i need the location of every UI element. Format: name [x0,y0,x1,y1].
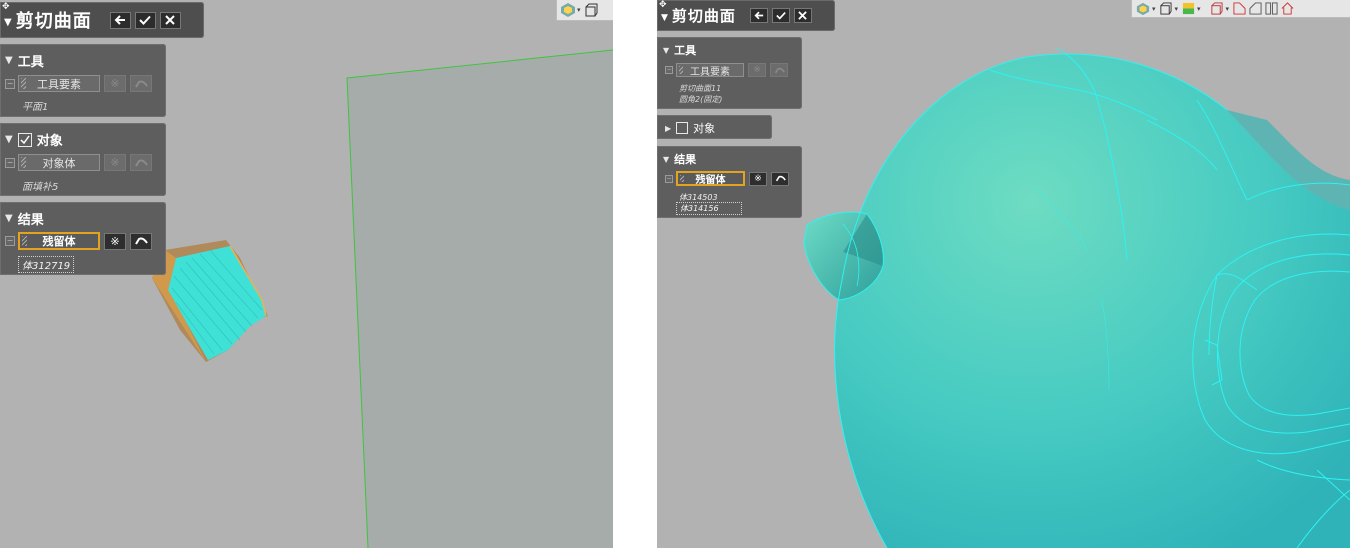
expand-icon[interactable]: ▼ [5,134,13,145]
expand-icon[interactable]: ▶ [665,124,671,133]
tool-section-header[interactable]: ▼ 工具 [5,51,44,70]
view-toolbar: ▾ [556,0,613,21]
cutting-plane [347,50,613,548]
remaining-body-field[interactable]: 残留体 [676,171,745,186]
collapse-list-icon[interactable]: − [5,157,15,168]
tool-section-heading: 工具 [17,55,44,70]
check-icon [20,135,30,144]
result-section: ▼ 结果 − 残留体 ※ 体312719 [0,202,166,275]
view-toolbar: ▾ ▾ ▾ ▾ [1131,0,1350,18]
remaining-body-field-label: 残留体 [695,175,726,186]
section-view-icon[interactable] [1209,1,1225,17]
result-section-heading: 结果 [674,153,697,166]
undo-icon[interactable] [130,154,152,171]
collapse-icon[interactable]: ▼ [661,13,668,23]
dropdown-caret-icon[interactable]: ▾ [1197,5,1201,13]
undo-icon[interactable] [130,232,152,250]
collapse-list-icon[interactable]: − [5,78,15,89]
undo-icon[interactable] [770,63,788,77]
dialog-title: 剪切曲面 [671,7,736,25]
expand-icon[interactable]: ▼ [663,155,669,164]
dialog-title-bar: ✥ ▼ 剪切曲面 [0,2,204,38]
box-view-icon[interactable] [1158,1,1174,17]
tool-section-heading: 工具 [674,44,697,57]
tool-item[interactable]: 剪切曲面11 [679,83,721,94]
check-icon [776,12,786,20]
dropdown-caret-icon[interactable]: ▾ [1175,5,1179,13]
select-all-icon[interactable]: ※ [748,63,766,77]
select-all-icon[interactable]: ※ [104,232,126,250]
left-3d-viewport[interactable]: ✥ ▼ 剪切曲面 ▼ 工具 − 工具要素 ※ 平面1 ▼ 对象 − 对象体 ※ … [0,0,613,548]
result-item[interactable]: 体314156 [676,202,742,215]
expand-icon[interactable]: ▼ [5,55,13,66]
result-section-header[interactable]: ▼ 结果 [5,209,44,228]
remaining-body-field[interactable]: 残留体 [18,232,100,250]
back-arrow-icon [754,11,764,20]
result-section-heading: 结果 [17,213,44,228]
collapse-list-icon[interactable]: − [665,66,673,74]
target-body-field-label: 对象体 [42,156,76,170]
target-body-field[interactable]: 对象体 [18,154,100,171]
target-section: ▶ 对象 [657,115,772,139]
right-3d-viewport[interactable]: ✥ ▼ 剪切曲面 ▼ 工具 − 工具要素 ※ 剪切曲面11 圆角2(固定) ▶ … [657,0,1350,548]
color-view-icon[interactable] [1180,1,1196,17]
expand-icon[interactable]: ▼ [663,46,669,55]
close-button[interactable] [159,11,181,29]
close-icon [165,15,175,25]
dialog-title: 剪切曲面 [15,11,92,32]
undo-icon[interactable] [771,171,789,186]
tool-section: ▼ 工具 − 工具要素 ※ 剪切曲面11 圆角2(固定) [657,37,802,109]
select-all-icon[interactable]: ※ [749,171,767,186]
target-section: ▼ 对象 − 对象体 ※ 面填补5 [0,123,166,196]
result-section-header[interactable]: ▼ 结果 [663,151,696,167]
tool-element-field[interactable]: 工具要素 [676,63,744,78]
pin-icon[interactable]: ✥ [2,2,10,12]
collapse-list-icon[interactable]: − [5,236,15,246]
target-section-header[interactable]: ▶ 对象 [665,120,715,136]
front-view-icon[interactable] [1231,1,1247,17]
check-icon [139,15,151,25]
select-all-icon[interactable]: ※ [104,154,126,171]
tool-item[interactable]: 平面1 [22,98,48,113]
target-section-heading: 对象 [693,122,716,135]
collapse-list-icon[interactable]: − [665,174,673,183]
target-section-header[interactable]: ▼ 对象 [5,130,63,149]
tool-section-header[interactable]: ▼ 工具 [663,42,696,58]
expand-icon[interactable]: ▼ [5,213,13,224]
view-orientation-icon[interactable] [1135,1,1151,17]
back-button[interactable] [749,8,768,23]
collapse-icon[interactable]: ▼ [4,17,12,28]
view-orientation-icon[interactable] [560,2,576,18]
result-section: ▼ 结果 − 残留体 ※ 体314503 体314156 [657,146,802,218]
target-checkbox[interactable] [17,132,32,147]
undo-icon[interactable] [130,75,152,92]
ok-button[interactable] [134,11,156,29]
back-button[interactable] [109,11,131,29]
tool-element-field-label: 工具要素 [37,77,81,91]
select-all-icon[interactable]: ※ [104,75,126,92]
box-view-icon[interactable] [583,2,599,18]
home-view-icon[interactable] [1279,1,1295,17]
pin-icon[interactable]: ✥ [659,0,667,10]
tool-element-field[interactable]: 工具要素 [18,75,100,92]
tool-element-field-label: 工具要素 [690,66,730,78]
target-section-heading: 对象 [36,134,63,149]
dialog-title-bar: ✥ ▼ 剪切曲面 [657,0,835,31]
close-button[interactable] [793,8,812,23]
trimmed-shell [152,240,268,362]
back-arrow-icon [114,15,126,25]
dropdown-caret-icon[interactable]: ▾ [1226,5,1230,13]
target-checkbox[interactable] [676,122,689,134]
ok-button[interactable] [771,8,790,23]
tool-item[interactable]: 圆角2(固定) [679,94,722,105]
side-view-icon[interactable] [1247,1,1263,17]
target-item[interactable]: 面填补5 [22,178,58,193]
tool-section: ▼ 工具 − 工具要素 ※ 平面1 [0,44,166,117]
dropdown-caret-icon[interactable]: ▾ [577,6,581,14]
result-item[interactable]: 体312719 [18,256,75,273]
split-view-icon[interactable] [1263,1,1279,17]
close-icon [798,11,808,20]
remaining-body-field-label: 残留体 [42,235,76,248]
dropdown-caret-icon[interactable]: ▾ [1152,5,1156,13]
